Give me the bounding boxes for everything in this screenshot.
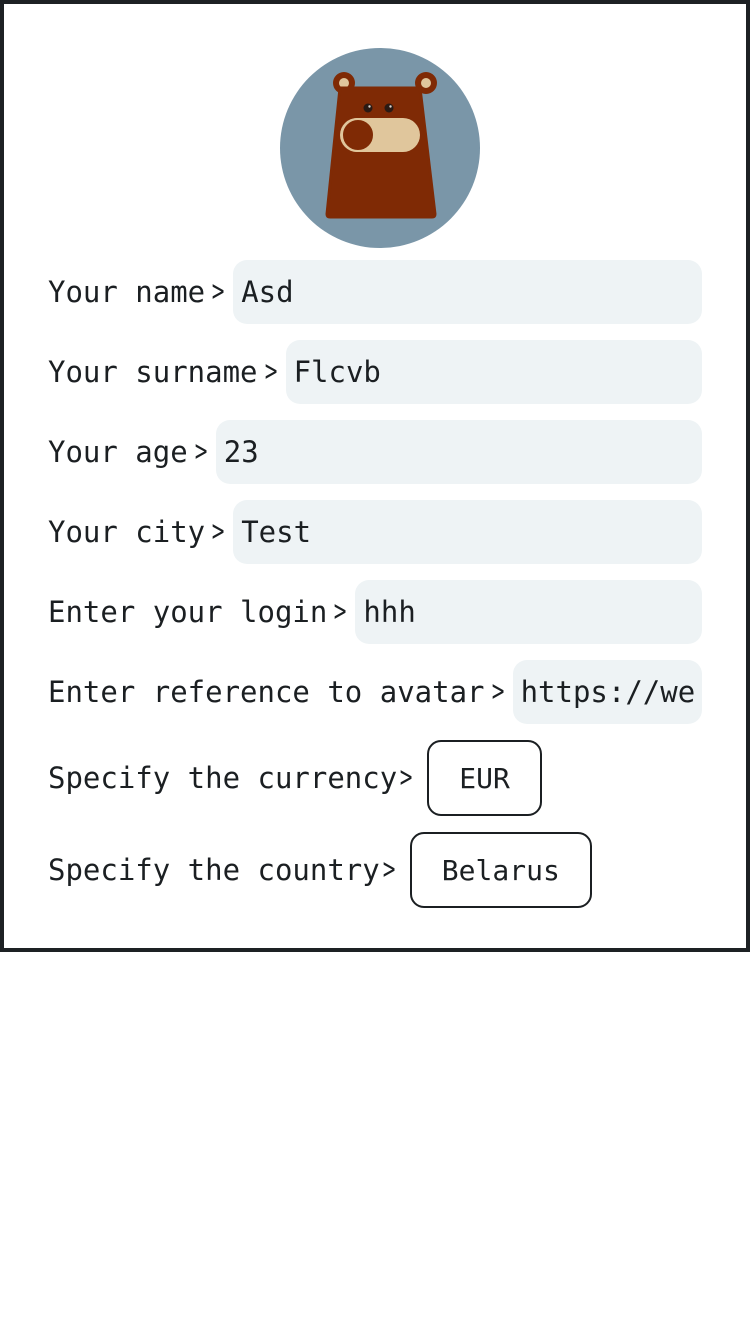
- currency-row: Specify the currency > EUR: [48, 740, 542, 816]
- surname-label: Your surname: [48, 355, 258, 389]
- country-row: Specify the country > Belarus: [48, 832, 592, 908]
- currency-select-button[interactable]: EUR: [427, 740, 542, 816]
- chevron-right-icon: >: [211, 514, 225, 549]
- login-input[interactable]: [355, 580, 702, 644]
- chevron-right-icon: >: [211, 274, 225, 309]
- chevron-right-icon: >: [382, 852, 396, 887]
- name-input[interactable]: [233, 260, 702, 324]
- name-label: Your name: [48, 275, 206, 309]
- bear-avatar-icon: [325, 72, 437, 219]
- avatar-reference-input[interactable]: [512, 660, 702, 724]
- city-input[interactable]: [233, 500, 702, 564]
- name-row: Your name >: [48, 260, 702, 324]
- surname-row: Your surname >: [48, 340, 702, 404]
- chevron-right-icon: >: [194, 434, 208, 469]
- chevron-right-icon: >: [399, 760, 413, 795]
- surname-input[interactable]: [285, 340, 702, 404]
- age-row: Your age >: [48, 420, 702, 484]
- currency-label: Specify the currency: [48, 761, 398, 795]
- country-select-button[interactable]: Belarus: [409, 832, 592, 908]
- avatar-reference-row: Enter reference to avatar >: [48, 660, 702, 724]
- age-input[interactable]: [215, 420, 702, 484]
- chevron-right-icon: >: [334, 594, 347, 629]
- age-label: Your age: [48, 435, 188, 469]
- login-row: Enter your login >: [48, 580, 702, 644]
- avatar-reference-label: Enter reference to avatar: [48, 675, 485, 709]
- profile-form-card: Your name > Your surname > Your age > Yo…: [0, 0, 750, 952]
- country-label: Specify the country: [48, 853, 380, 887]
- chevron-right-icon: >: [491, 674, 504, 709]
- city-label: Your city: [48, 515, 206, 549]
- chevron-right-icon: >: [264, 354, 277, 389]
- city-row: Your city >: [48, 500, 702, 564]
- login-label: Enter your login: [48, 595, 328, 629]
- avatar[interactable]: [280, 48, 480, 248]
